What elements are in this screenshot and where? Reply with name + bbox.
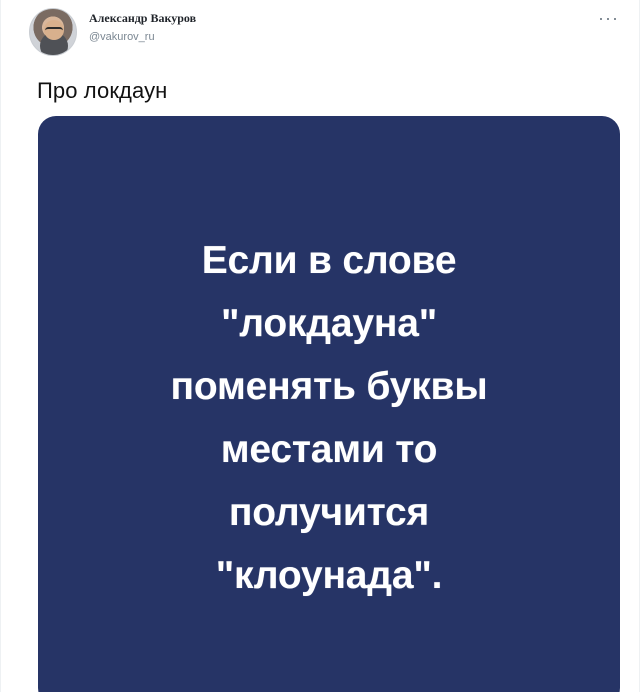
image-text: Если в слове "локдауна" поменять буквы м… xyxy=(38,229,620,607)
author-name[interactable]: Александр Вакуров xyxy=(89,12,196,24)
image-text-line: "локдауна" xyxy=(221,302,437,345)
image-text-line: местами то xyxy=(220,428,438,471)
tweet-text: Про локдаун xyxy=(37,78,168,103)
more-horizontal-icon[interactable]: ··· xyxy=(598,9,619,27)
image-text-line: поменять буквы xyxy=(170,365,488,408)
author-handle[interactable]: @vakurov_ru xyxy=(89,32,196,43)
image-text-line: Если в слове xyxy=(201,239,457,282)
tweet-card: Александр Вакуров @vakurov_ru ··· Про ло… xyxy=(0,0,640,692)
author-block[interactable]: Александр Вакуров @vakurov_ru xyxy=(89,12,196,43)
tweet-image[interactable]: Если в слове "локдауна" поменять буквы м… xyxy=(38,116,620,692)
avatar[interactable] xyxy=(29,8,77,56)
tweet-header: Александр Вакуров @vakurov_ru ··· xyxy=(29,8,619,60)
image-text-line: "клоунада". xyxy=(215,554,443,597)
image-text-line: получится xyxy=(228,491,430,534)
